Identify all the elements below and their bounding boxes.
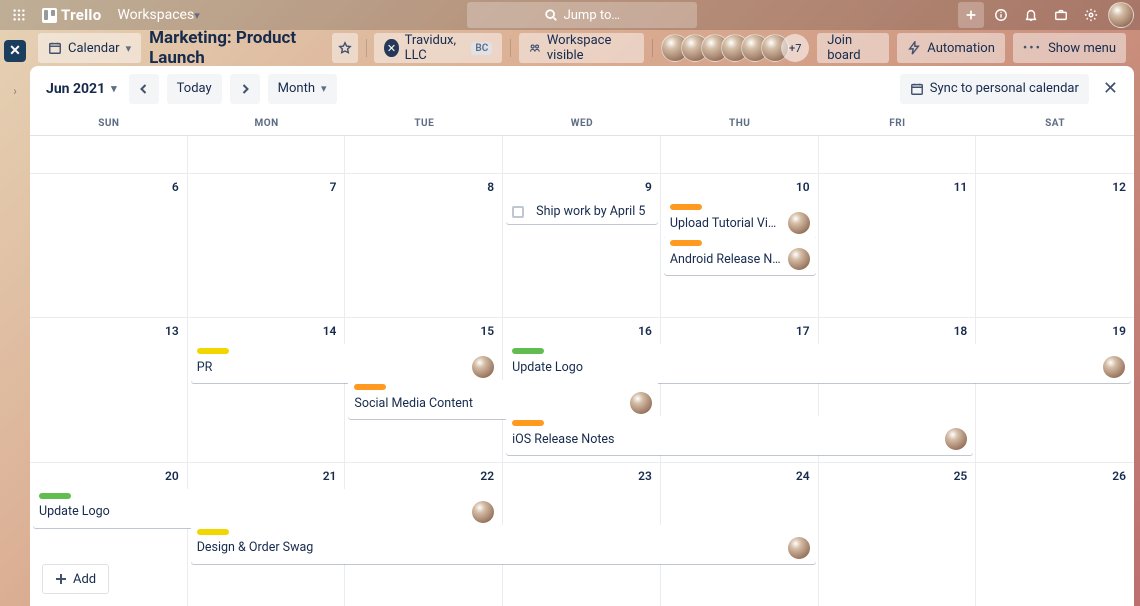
calendar-week: 20 21 22 23 24 25 26 Update Logo Design: [30, 463, 1134, 606]
label-yellow: [197, 529, 229, 535]
add-card-button[interactable]: Add: [42, 564, 109, 594]
event-card[interactable]: Design & Order Swag: [191, 525, 816, 564]
view-switcher[interactable]: Calendar ▾: [38, 33, 141, 63]
apps-launcher-icon[interactable]: [6, 2, 32, 28]
day-cell[interactable]: [503, 136, 661, 173]
settings-icon[interactable]: [1078, 2, 1104, 28]
board-header: Calendar ▾ Marketing: Product Launch ✕ T…: [30, 30, 1134, 66]
label-orange: [670, 240, 702, 246]
ellipsis-icon: •••: [1023, 41, 1042, 56]
prev-period-button[interactable]: [129, 74, 159, 104]
event-card[interactable]: Ship work by April 5: [506, 200, 658, 224]
calendar-toolbar: Jun 2021 ▾ Today Month ▾ Sync to: [30, 66, 1134, 112]
calendar-week: [30, 136, 1134, 174]
month-picker[interactable]: Jun 2021 ▾: [42, 81, 121, 97]
day-cell[interactable]: [976, 136, 1134, 173]
sync-calendar-button[interactable]: Sync to personal calendar: [900, 74, 1089, 104]
day-headers: SUN MON TUE WED THU FRI SAT: [30, 112, 1134, 136]
board-title[interactable]: Marketing: Product Launch: [149, 28, 324, 68]
briefcase-icon[interactable]: [1048, 2, 1074, 28]
automation-button[interactable]: Automation: [897, 33, 1005, 63]
board-members[interactable]: +7: [661, 34, 809, 62]
day-cell[interactable]: 13: [30, 318, 188, 461]
chevron-down-icon: ▾: [321, 82, 327, 95]
jump-to-search[interactable]: Jump to…: [467, 2, 697, 28]
workspace-icon[interactable]: ✕: [4, 40, 26, 62]
event-card[interactable]: Upload Tutorial Videos: [664, 200, 816, 239]
search-placeholder: Jump to…: [564, 8, 621, 23]
event-card[interactable]: Update Logo: [33, 489, 500, 528]
label-orange: [354, 384, 386, 390]
create-button[interactable]: [958, 2, 984, 28]
assignee-avatar[interactable]: [945, 428, 967, 450]
assignee-avatar[interactable]: [788, 212, 810, 234]
label-orange: [670, 204, 702, 210]
range-picker[interactable]: Month ▾: [268, 74, 337, 104]
join-board-button[interactable]: Join board: [817, 33, 889, 63]
workspace-rail: ✕ ›: [0, 30, 30, 606]
event-card[interactable]: iOS Release Notes: [506, 416, 973, 455]
calendar-body: 6 7 8 9 10 11 12 Ship work by April 5 Up…: [30, 136, 1134, 606]
day-cell[interactable]: 26: [976, 463, 1134, 606]
user-avatar[interactable]: [1108, 2, 1134, 28]
day-cell[interactable]: 6: [30, 174, 188, 317]
trello-logo[interactable]: Trello: [36, 2, 107, 28]
event-card[interactable]: PR: [191, 344, 500, 383]
organization-chip[interactable]: ✕ Travidux, LLC BC: [374, 33, 502, 63]
close-calendar-button[interactable]: ✕: [1099, 74, 1122, 103]
assignee-avatar[interactable]: [788, 248, 810, 270]
day-cell[interactable]: [188, 136, 346, 173]
event-card[interactable]: Social Media Content: [348, 380, 657, 419]
event-card[interactable]: Android Release Notes: [664, 236, 816, 275]
chevron-down-icon: ▾: [126, 42, 132, 55]
label-yellow: [197, 348, 229, 354]
label-orange: [512, 420, 544, 426]
day-cell[interactable]: 7: [188, 174, 346, 317]
star-board-button[interactable]: [332, 33, 357, 63]
show-menu-button[interactable]: ••• Show menu: [1013, 33, 1126, 63]
workspaces-dropdown[interactable]: Workspaces ▾: [111, 2, 205, 28]
calendar-panel: Jun 2021 ▾ Today Month ▾ Sync to: [30, 66, 1134, 606]
event-card[interactable]: Update Logo: [506, 344, 1131, 383]
members-more-count[interactable]: +7: [781, 34, 809, 62]
org-logo-icon: ✕: [384, 39, 398, 57]
assignee-avatar[interactable]: [472, 501, 494, 523]
day-cell[interactable]: 12: [976, 174, 1134, 317]
global-header: Trello Workspaces ▾ Jump to…: [0, 0, 1140, 30]
checkbox-icon[interactable]: [512, 206, 524, 218]
day-cell[interactable]: 8: [345, 174, 503, 317]
expand-sidebar-icon[interactable]: ›: [13, 84, 17, 98]
label-green: [512, 348, 544, 354]
trello-glyph-icon: [42, 8, 57, 23]
visibility-chip[interactable]: Workspace visible: [519, 33, 644, 63]
chevron-down-icon: ▾: [111, 82, 117, 95]
day-cell[interactable]: [345, 136, 503, 173]
day-cell[interactable]: 14: [188, 318, 346, 461]
calendar-week: 6 7 8 9 10 11 12 Ship work by April 5 Up…: [30, 174, 1134, 318]
day-cell[interactable]: 9: [503, 174, 661, 317]
assignee-avatar[interactable]: [1103, 356, 1125, 378]
label-green: [39, 493, 71, 499]
chevron-down-icon: ▾: [194, 9, 200, 22]
assignee-avatar[interactable]: [630, 392, 652, 414]
notifications-icon[interactable]: [1018, 2, 1044, 28]
day-cell[interactable]: [819, 136, 977, 173]
day-cell[interactable]: [30, 136, 188, 173]
day-cell[interactable]: [661, 136, 819, 173]
day-cell[interactable]: 19: [976, 318, 1134, 461]
today-button[interactable]: Today: [167, 74, 222, 104]
calendar-week: 13 14 15 16 17 18 19 PR Update Logo: [30, 318, 1134, 462]
day-cell[interactable]: 25: [819, 463, 977, 606]
next-period-button[interactable]: [230, 74, 260, 104]
org-badge: BC: [471, 42, 492, 55]
app-name: Trello: [61, 6, 101, 24]
assignee-avatar[interactable]: [788, 537, 810, 559]
info-icon[interactable]: [988, 2, 1014, 28]
day-cell[interactable]: 11: [819, 174, 977, 317]
assignee-avatar[interactable]: [472, 356, 494, 378]
